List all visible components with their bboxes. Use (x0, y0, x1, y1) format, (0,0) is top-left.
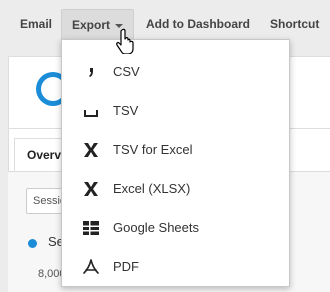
menu-item-tsv-excel[interactable]: TSV for Excel (62, 130, 289, 169)
menu-item-label: PDF (113, 259, 139, 274)
menu-item-pdf[interactable]: PDF (62, 247, 289, 286)
add-to-dashboard-button[interactable]: Add to Dashboard (146, 14, 250, 34)
export-dropdown-menu: CSV TSV TSV for Excel Excel (XLSX) Googl… (61, 39, 290, 287)
menu-item-label: CSV (113, 64, 140, 79)
menu-item-label: TSV for Excel (113, 142, 193, 157)
menu-item-csv[interactable]: CSV (62, 52, 289, 91)
excel-x-icon (82, 141, 100, 159)
hand-pointer-icon (116, 28, 134, 54)
sheets-grid-icon (82, 219, 100, 237)
axis-tick-label: 8,000 (38, 268, 62, 280)
menu-item-label: Excel (XLSX) (113, 181, 191, 196)
tab-space-icon (82, 102, 100, 120)
email-button[interactable]: Email (20, 14, 52, 34)
comma-icon (82, 63, 100, 81)
pdf-icon (82, 258, 100, 276)
legend-dot-icon (28, 239, 37, 248)
metric-select[interactable]: Sessions (26, 188, 66, 214)
export-button-label: Export (72, 18, 111, 32)
excel-x-icon (82, 180, 100, 198)
tab-overview[interactable]: Overview (14, 138, 66, 172)
legend-label: Sessions (48, 234, 62, 249)
shortcut-button[interactable]: Shortcut (270, 14, 319, 34)
menu-item-label: TSV (113, 103, 139, 118)
menu-item-google-sheets[interactable]: Google Sheets (62, 208, 289, 247)
menu-item-excel-xlsx[interactable]: Excel (XLSX) (62, 169, 289, 208)
menu-item-label: Google Sheets (113, 220, 200, 235)
menu-item-tsv[interactable]: TSV (62, 91, 289, 130)
